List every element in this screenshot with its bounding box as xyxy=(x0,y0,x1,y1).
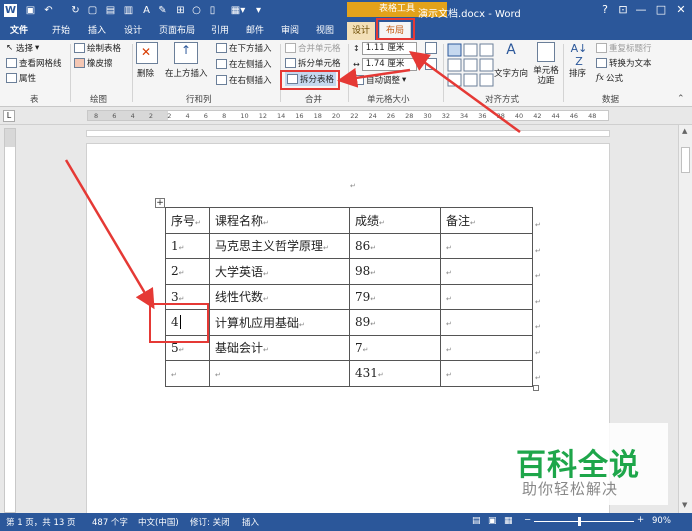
zoom-in-icon[interactable]: + xyxy=(637,515,644,525)
track-changes-status[interactable]: 修订: 关闭 xyxy=(190,516,230,528)
insert-mode[interactable]: 插入 xyxy=(242,516,259,528)
zoom-level[interactable]: 90% xyxy=(652,516,671,526)
status-bar: 第 1 页，共 13 页 487 个字 中文(中国) 修订: 关闭 插入 ▤ ▣… xyxy=(0,513,692,531)
zoom-slider[interactable] xyxy=(534,521,634,522)
read-mode-icon[interactable]: ▤ xyxy=(472,516,481,526)
language-indicator[interactable]: 中文(中国) xyxy=(138,516,179,528)
print-layout-icon[interactable]: ▣ xyxy=(488,516,497,526)
watermark-subtitle: 助你轻松解决 xyxy=(522,480,619,498)
page-count[interactable]: 第 1 页，共 13 页 xyxy=(6,516,76,528)
zoom-out-icon[interactable]: − xyxy=(524,515,531,525)
arrow-to-layout-tab xyxy=(408,51,521,134)
arrow-to-split-table xyxy=(337,67,411,88)
word-count[interactable]: 487 个字 xyxy=(92,516,128,528)
zoom-slider-thumb[interactable] xyxy=(578,517,581,526)
arrow-to-cursor-cell xyxy=(64,159,155,310)
web-layout-icon[interactable]: ▦ xyxy=(504,516,513,526)
